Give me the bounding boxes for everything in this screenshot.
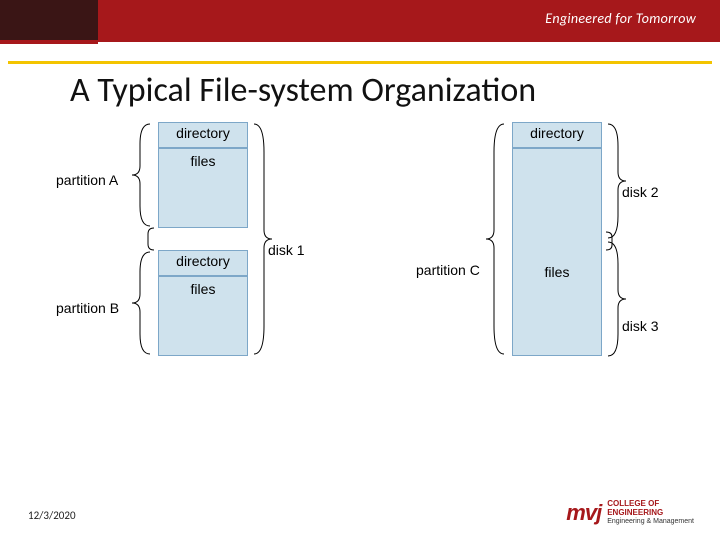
logo-mark: mvj <box>566 500 601 526</box>
header-tagline: Engineered for Tomorrow <box>545 10 696 27</box>
brace-disk-2 <box>604 122 632 240</box>
brace-join-left <box>142 226 158 252</box>
brace-partition-a <box>126 122 154 228</box>
brace-partition-c <box>480 122 508 356</box>
logo-line3: Engineering & Management <box>607 518 694 525</box>
label-partition-c: partition C <box>416 262 480 278</box>
block-files-c: files <box>512 148 602 356</box>
block-directory-b: directory <box>158 250 248 276</box>
block-files-b: files <box>158 276 248 356</box>
header-divider <box>8 61 712 64</box>
label-partition-b: partition B <box>56 300 119 316</box>
footer-date: 12/3/2020 <box>28 509 76 522</box>
label-partition-a: partition A <box>56 172 118 188</box>
header-dark-block <box>0 0 98 42</box>
brace-disk-3 <box>604 240 632 358</box>
brace-join-right-top <box>248 226 264 252</box>
logo-text: COLLEGE OF ENGINEERING Engineering & Man… <box>607 500 694 526</box>
footer-logo: mvj COLLEGE OF ENGINEERING Engineering &… <box>566 500 694 526</box>
header-accent <box>0 40 98 44</box>
block-directory-a: directory <box>158 122 248 148</box>
filesystem-diagram: directory files directory files director… <box>30 122 670 422</box>
brace-join-right <box>602 230 618 252</box>
slide-title: A Typical File-system Organization <box>70 70 536 111</box>
brace-partition-b <box>126 250 154 356</box>
logo-line1: COLLEGE OF <box>607 499 659 508</box>
block-files-a: files <box>158 148 248 228</box>
block-directory-c: directory <box>512 122 602 148</box>
logo-line2: ENGINEERING <box>607 508 663 517</box>
